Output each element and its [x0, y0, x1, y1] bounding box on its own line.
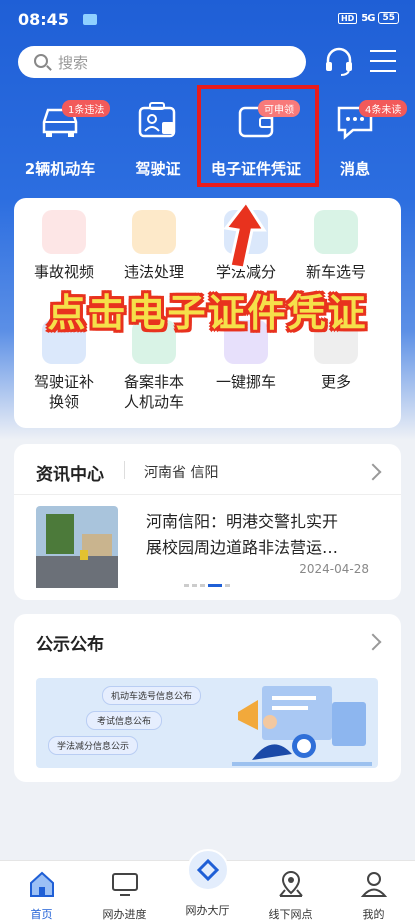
search-icon: [34, 54, 48, 68]
signal-icon: 5G: [361, 12, 375, 24]
chevron-right-icon[interactable]: [364, 463, 382, 481]
nav-label: 网办进度: [102, 908, 147, 921]
service-label: 事故视频: [33, 263, 94, 281]
siren-icon: [42, 210, 86, 254]
news-thumbnail[interactable]: [36, 506, 118, 588]
new-plate-icon: [314, 210, 358, 254]
notice-card: 公示公布 机动车选号信息公布 考试信息公布 学法减分信息公示: [14, 614, 401, 782]
carousel-dots[interactable]: [184, 584, 230, 587]
service-item[interactable]: 新车选号: [296, 210, 376, 282]
license-icon: [138, 102, 176, 138]
top-item-label: 2辆机动车: [24, 160, 96, 178]
news-date: 2024-04-28: [299, 562, 369, 576]
status-indicators: HD 5G 55: [337, 12, 399, 24]
megaphone-illustration-icon: [232, 686, 372, 766]
top-item-messages[interactable]: 4条未读 消息: [305, 100, 408, 179]
service-label: 更多: [320, 373, 351, 391]
unread-badge: 4条未读: [359, 100, 408, 117]
pointer-arrow-icon: [223, 200, 267, 270]
top-item-license[interactable]: 驾驶证: [108, 100, 208, 179]
top-item-label: 驾驶证: [135, 160, 181, 178]
nav-label: 我的: [362, 908, 385, 921]
monitor-icon: [111, 873, 138, 896]
notice-tag[interactable]: 考试信息公布: [86, 711, 163, 730]
hd-icon: HD: [337, 12, 358, 24]
divider: [14, 494, 401, 495]
nav-progress[interactable]: 网办进度: [83, 861, 166, 922]
headset-icon[interactable]: [322, 46, 356, 78]
news-title: 资讯中心: [36, 465, 104, 485]
service-label: 人机动车: [123, 393, 184, 411]
news-card: 资讯中心 河南省 信阳 河南信阳：明港交警扎实开 展校园周边道路非法营运… 20…: [14, 444, 401, 600]
service-label: 一键挪车: [215, 373, 276, 391]
search-placeholder: 搜索: [58, 54, 89, 72]
app-notification-icon: [83, 14, 97, 25]
hall-icon: [187, 849, 229, 891]
divider: [124, 461, 125, 479]
news-headline[interactable]: 展校园周边道路非法营运…: [146, 534, 338, 558]
nav-label: 网办大厅: [185, 904, 230, 917]
home-icon: [29, 871, 54, 897]
instruction-overlay: 点击电子证件凭证: [47, 291, 368, 335]
nav-mine[interactable]: 我的: [332, 861, 415, 922]
menu-icon[interactable]: [370, 50, 396, 74]
chevron-right-icon[interactable]: [364, 633, 382, 651]
highlight-box: [197, 85, 319, 187]
nav-label: 线下网点: [268, 908, 313, 921]
notice-banner[interactable]: 机动车选号信息公布 考试信息公布 学法减分信息公示: [36, 678, 378, 768]
battery-icon: 55: [378, 12, 399, 24]
nav-label: 首页: [30, 908, 53, 921]
user-icon: [360, 872, 387, 897]
notice-tag[interactable]: 学法减分信息公示: [48, 736, 139, 755]
nav-hall[interactable]: 网办大厅: [166, 849, 249, 918]
news-headline[interactable]: 河南信阳：明港交警扎实开: [146, 508, 338, 532]
service-label: 备案非本: [123, 373, 184, 391]
status-time: 08:45: [18, 10, 69, 29]
violation-badge: 1条违法: [62, 100, 111, 117]
violation-icon: [132, 210, 176, 254]
service-label: 违法处理: [123, 263, 184, 281]
service-item[interactable]: 违法处理: [114, 210, 194, 282]
map-pin-icon: [278, 870, 303, 897]
nav-home[interactable]: 首页: [0, 861, 83, 922]
news-region[interactable]: 河南省 信阳: [144, 462, 218, 482]
service-label: 驾驶证补: [33, 373, 94, 391]
notice-title: 公示公布: [36, 635, 104, 655]
bottom-nav: 首页 网办进度 网办大厅 线下网点 我的: [0, 849, 415, 924]
service-label: 换领: [48, 393, 79, 411]
notice-tag[interactable]: 机动车选号信息公布: [102, 686, 202, 705]
top-item-label: 消息: [339, 160, 370, 178]
service-label: 新车选号: [305, 263, 366, 281]
service-item[interactable]: 事故视频: [24, 210, 104, 282]
nav-offline-points[interactable]: 线下网点: [249, 861, 332, 922]
search-input[interactable]: 搜索: [18, 46, 306, 78]
status-bar: 08:45 HD 5G 55: [0, 0, 415, 40]
top-item-vehicles[interactable]: 1条违法 2辆机动车: [10, 100, 111, 179]
